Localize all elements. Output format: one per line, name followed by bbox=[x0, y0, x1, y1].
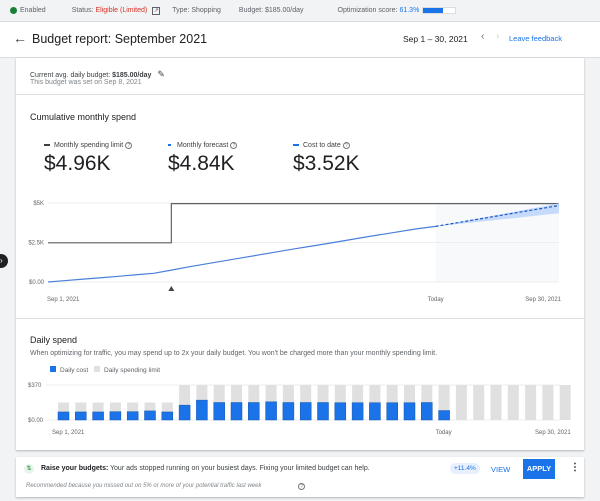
budget-set-date: This budget was set on Sep 8, 2021 bbox=[30, 79, 142, 86]
daily-cost-bar bbox=[248, 402, 260, 421]
daily-cost-bar bbox=[351, 402, 364, 421]
daily-section: Daily spend When optimizing for traffic,… bbox=[16, 319, 584, 450]
daily-limit-bar bbox=[490, 385, 502, 420]
y-tick-label: $2.5K bbox=[28, 241, 44, 247]
daily-chart: Daily cost Daily spending limit $370 $0.00 S… bbox=[28, 366, 571, 436]
daily-cost-bar bbox=[386, 402, 398, 421]
daily-cost-bar bbox=[161, 411, 174, 421]
daily-limit-bar bbox=[525, 385, 537, 420]
recommendation-reason: Recommended because you missed out on 5%… bbox=[26, 483, 262, 489]
raise-budget-icon: ⇅ bbox=[24, 464, 34, 474]
status-value[interactable]: Eligible (Limited) bbox=[96, 7, 148, 14]
y-tick-label: $370 bbox=[28, 383, 42, 389]
recommendation-card: ⇅ Raise your budgets: Your ads stopped r… bbox=[16, 457, 584, 497]
cumulative-chart: $5K $2.5K $0.00 Sep 1, 2021 Today Sep 30, 202… bbox=[28, 201, 561, 303]
daily-cost-bar bbox=[109, 411, 122, 421]
y-tick-label: $0.00 bbox=[29, 280, 45, 286]
x-tick-label: Sep 1, 2021 bbox=[47, 297, 80, 303]
daily-cost-bar bbox=[369, 402, 381, 421]
daily-limit-bar bbox=[507, 385, 519, 420]
daily-cost-bar bbox=[126, 411, 139, 421]
x-tick-label: Sep 1, 2021 bbox=[52, 430, 85, 436]
optimization-score[interactable]: 61.3% bbox=[399, 7, 419, 14]
recommendation-text: Your ads stopped running on your busiest… bbox=[110, 465, 370, 472]
more-options-icon[interactable]: ⋮ bbox=[570, 462, 580, 473]
daily-limit-bar bbox=[559, 385, 571, 420]
daily-cost-bar bbox=[178, 404, 191, 421]
page-header: ← Budget report: September 2021 Sep 1 – … bbox=[0, 22, 600, 58]
daily-cost-bar bbox=[265, 401, 277, 421]
daily-cost-bar bbox=[438, 410, 450, 421]
previous-period-icon[interactable]: ‹ bbox=[481, 31, 484, 42]
daily-limit-bar bbox=[473, 385, 485, 420]
daily-cost-bar bbox=[421, 402, 433, 421]
x-tick-label: Sep 30, 2021 bbox=[525, 297, 561, 303]
x-tick-label: Today bbox=[428, 297, 444, 303]
status-label: Status: bbox=[71, 7, 94, 14]
daily-budget-label: Current avg. daily budget: bbox=[30, 72, 111, 79]
daily-cost-bar bbox=[144, 410, 156, 421]
cumulative-section: Cumulative monthly spend Monthly spendin… bbox=[16, 95, 584, 319]
legend-label: Daily spending limit bbox=[104, 367, 160, 374]
daily-cost-legend-swatch bbox=[50, 366, 56, 372]
daily-budget-value: $185.00/day bbox=[112, 72, 152, 79]
y-tick-label: $0.00 bbox=[28, 418, 44, 424]
daily-limit-legend-swatch bbox=[94, 366, 100, 372]
daily-cost-bar bbox=[92, 411, 104, 421]
view-button[interactable]: VIEW bbox=[491, 465, 510, 474]
daily-limit-bar bbox=[542, 385, 554, 420]
daily-cost-bar bbox=[230, 402, 243, 421]
help-icon[interactable]: ? bbox=[298, 483, 305, 490]
x-tick-label: Sep 30, 2021 bbox=[535, 430, 571, 436]
budget-info-section: Current avg. daily budget: $185.00/day ✎… bbox=[16, 58, 584, 95]
recommendation-title: Raise your budgets: bbox=[41, 465, 109, 472]
optimization-score-bar bbox=[422, 7, 457, 14]
trend-chart-icon[interactable]: ↗ bbox=[152, 6, 161, 15]
daily-cost-bar bbox=[334, 402, 347, 421]
edit-pencil-icon[interactable]: ✎ bbox=[157, 69, 165, 79]
expand-panel-icon[interactable]: › bbox=[0, 254, 8, 268]
legend-label: Daily cost bbox=[60, 367, 88, 374]
daily-cost-bar bbox=[196, 399, 208, 421]
campaign-budget: Budget: $185.00/day bbox=[238, 7, 304, 14]
daily-cost-bar bbox=[213, 402, 225, 421]
apply-button[interactable]: APPLY bbox=[523, 459, 555, 479]
campaign-status-bar: Enabled Status: Eligible (Limited) ↗ Typ… bbox=[0, 0, 600, 22]
leave-feedback-link[interactable]: Leave feedback bbox=[509, 34, 562, 43]
campaign-type: Type: Shopping bbox=[172, 7, 221, 14]
enabled-status: Enabled bbox=[20, 7, 46, 14]
date-range[interactable]: Sep 1 – 30, 2021 bbox=[403, 34, 468, 44]
daily-cost-bar bbox=[299, 402, 312, 421]
daily-cost-bar bbox=[317, 402, 329, 421]
daily-cost-bar bbox=[282, 402, 295, 421]
next-period-icon[interactable]: › bbox=[496, 31, 499, 42]
page-title: Budget report: September 2021 bbox=[32, 32, 208, 46]
daily-cost-bar bbox=[57, 411, 70, 421]
y-tick-label: $5K bbox=[33, 201, 44, 207]
daily-limit-bar bbox=[455, 385, 467, 420]
enabled-status-icon bbox=[10, 7, 17, 14]
budget-change-marker-icon bbox=[168, 286, 175, 291]
optimization-label: Optimization score: bbox=[337, 7, 398, 14]
cost-to-date-line bbox=[47, 225, 436, 283]
daily-cost-bar bbox=[75, 411, 87, 421]
budget-report-card: Current avg. daily budget: $185.00/day ✎… bbox=[16, 58, 584, 450]
x-tick-label: Today bbox=[436, 430, 452, 436]
back-arrow-icon[interactable]: ← bbox=[13, 30, 27, 46]
uplift-badge: +11.4% bbox=[450, 463, 480, 474]
daily-cost-bar bbox=[403, 402, 416, 421]
